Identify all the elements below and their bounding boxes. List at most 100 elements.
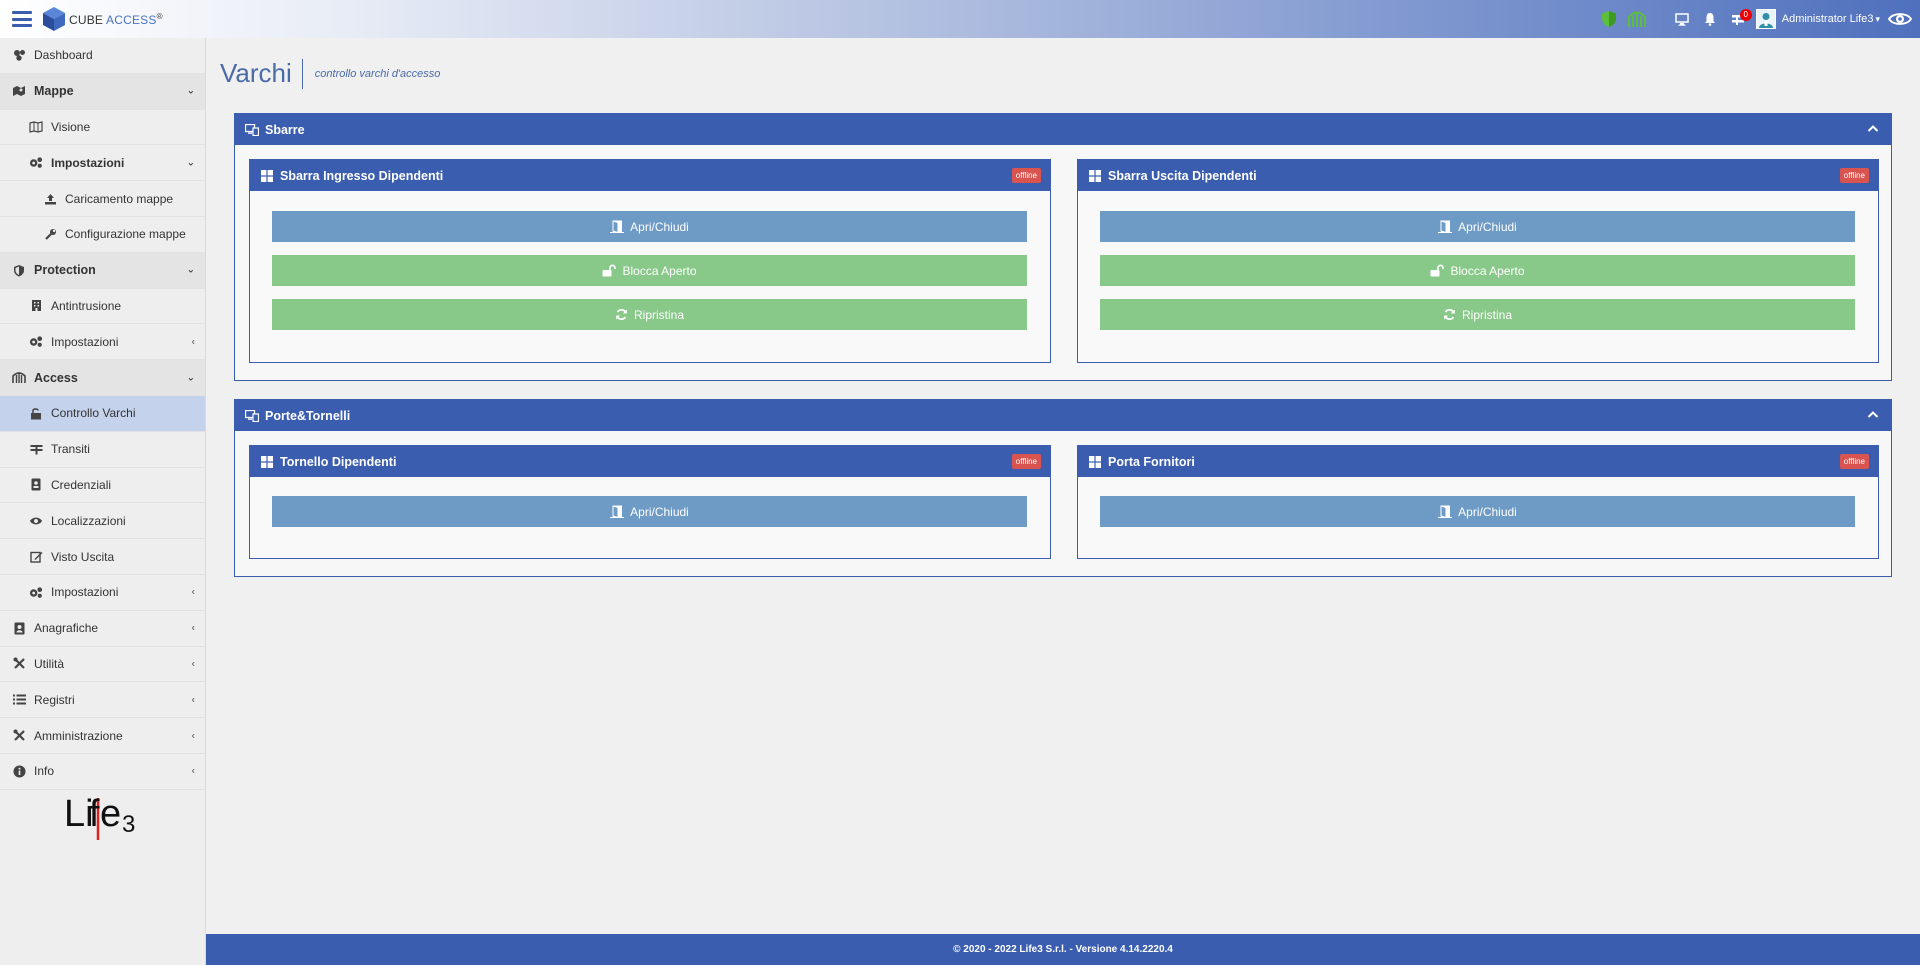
sidebar-item-label: Visione xyxy=(51,119,91,134)
sidebar-item-anagrafiche[interactable]: Anagrafiche ‹ xyxy=(0,611,205,647)
sidebar-item-utilita[interactable]: Utilità ‹ xyxy=(0,647,205,683)
address-book-icon xyxy=(12,621,26,635)
sidebar-item-configurazione-mappe[interactable]: Configurazione mappe xyxy=(0,217,205,253)
door-open-icon xyxy=(610,505,625,518)
user-name: Administrator Life3 xyxy=(1781,13,1874,25)
sidebar-item-label: Amministrazione xyxy=(34,728,123,743)
tools-icon xyxy=(12,729,26,743)
sidebar-item-label: Controllo Varchi xyxy=(51,406,136,421)
sidebar-item-controllo-varchi[interactable]: Controllo Varchi xyxy=(0,395,205,432)
svg-text:f: f xyxy=(89,793,100,835)
menu-toggle-icon[interactable] xyxy=(12,11,32,27)
sidebar: Dashboard Mappe ⌄ Visione Impostazioni ⌄… xyxy=(0,38,206,965)
button-label: Ripristina xyxy=(1461,307,1512,322)
status-badge: offline xyxy=(1011,454,1041,469)
app-logo[interactable]: CUBE ACCESS® xyxy=(42,6,163,32)
sidebar-item-mappe[interactable]: Mappe ⌄ xyxy=(0,73,205,110)
sidebar-item-visione[interactable]: Visione xyxy=(0,110,205,146)
devices-icon xyxy=(245,409,259,422)
info-icon xyxy=(12,764,26,778)
chevron-left-icon: ‹ xyxy=(191,586,195,598)
sidebar-item-visto-uscita[interactable]: Visto Uscita xyxy=(0,539,205,575)
door-open-icon xyxy=(610,220,625,233)
cogs-icon xyxy=(29,156,43,170)
chevron-down-icon: ⌄ xyxy=(186,264,195,276)
open-close-button[interactable]: Apri/Chiudi xyxy=(1100,211,1855,242)
chevron-down-icon: ⌄ xyxy=(186,372,195,384)
page-title: Varchi xyxy=(220,58,292,88)
chevron-left-icon: ‹ xyxy=(191,658,195,670)
sidebar-item-credenziali[interactable]: Credenziali xyxy=(0,468,205,504)
panel-header: Porte&Tornelli xyxy=(235,400,1891,431)
card-header: Tornello Dipendenti offline xyxy=(250,446,1050,477)
unlock-icon xyxy=(29,406,43,420)
topbar-divider xyxy=(1658,6,1660,32)
lock-open-button[interactable]: Blocca Aperto xyxy=(272,255,1027,286)
bell-icon[interactable] xyxy=(1696,0,1724,38)
dashboard-icon xyxy=(12,48,26,62)
open-close-button[interactable]: Apri/Chiudi xyxy=(1100,496,1855,527)
page-header: Varchi controllo varchi d'accesso xyxy=(220,58,440,89)
transits-notification-icon[interactable]: 0 xyxy=(1724,0,1752,38)
list-icon xyxy=(12,693,26,707)
cogs-icon xyxy=(29,335,43,349)
page-subtitle: controllo varchi d'accesso xyxy=(301,58,440,89)
sidebar-item-impostazioni-mappe[interactable]: Impostazioni ⌄ xyxy=(0,145,205,182)
chevron-down-icon: ⌄ xyxy=(186,157,195,169)
restore-button[interactable]: Ripristina xyxy=(1100,299,1855,330)
card-sbarra-ingresso: Sbarra Ingresso Dipendenti offline Apri/… xyxy=(249,159,1051,363)
footer: © 2020 - 2022 Life3 S.r.l. - Versione 4.… xyxy=(206,934,1920,965)
eye-icon[interactable] xyxy=(1880,0,1920,38)
open-close-button[interactable]: Apri/Chiudi xyxy=(272,211,1027,242)
sidebar-item-label: Info xyxy=(34,764,55,779)
sidebar-item-transiti[interactable]: Transiti xyxy=(0,432,205,468)
open-close-button[interactable]: Apri/Chiudi xyxy=(272,496,1027,527)
monitor-icon[interactable] xyxy=(1668,0,1696,38)
button-label: Apri/Chiudi xyxy=(1458,504,1517,519)
sidebar-item-localizzazioni[interactable]: Localizzazioni xyxy=(0,503,205,540)
status-badge: offline xyxy=(1839,454,1869,469)
sidebar-item-label: Impostazioni xyxy=(51,334,119,349)
svg-text:e: e xyxy=(100,793,121,835)
logo-text: CUBE ACCESS® xyxy=(69,12,163,27)
chevron-left-icon: ‹ xyxy=(191,694,195,706)
card-header: Sbarra Uscita Dipendenti offline xyxy=(1078,160,1878,191)
card-title: Porta Fornitori xyxy=(1108,454,1195,469)
status-badge: offline xyxy=(1011,168,1041,183)
sidebar-item-label: Configurazione mappe xyxy=(65,227,186,242)
user-menu[interactable]: Administrator Life3 ▾ xyxy=(1755,9,1880,29)
sidebar-item-antintrusione[interactable]: Antintrusione xyxy=(0,289,205,325)
windows-icon xyxy=(1089,169,1101,182)
sidebar-item-impostazioni-protection[interactable]: Impostazioni ‹ xyxy=(0,324,205,361)
sidebar-item-amministrazione[interactable]: Amministrazione ‹ xyxy=(0,718,205,754)
sidebar-item-access[interactable]: Access ⌄ xyxy=(0,360,205,396)
sidebar-item-label: Impostazioni xyxy=(51,155,125,170)
avatar xyxy=(1755,9,1776,29)
logo-primary: CUBE xyxy=(69,12,104,27)
gate-status-icon[interactable] xyxy=(1623,0,1651,38)
restore-button[interactable]: Ripristina xyxy=(272,299,1027,330)
lock-open-button[interactable]: Blocca Aperto xyxy=(1100,255,1855,286)
card-title: Tornello Dipendenti xyxy=(280,454,397,469)
sidebar-item-label: Caricamento mappe xyxy=(65,191,174,206)
panel-porte-tornelli: Porte&Tornelli Tornello Dipendenti offli… xyxy=(234,399,1892,577)
shield-status-icon[interactable] xyxy=(1595,0,1623,38)
refresh-icon xyxy=(1443,308,1456,321)
unlock-icon xyxy=(602,264,617,277)
chevron-up-icon[interactable] xyxy=(1867,122,1879,136)
sidebar-item-label: Localizzazioni xyxy=(51,513,126,528)
cogs-icon xyxy=(29,585,43,599)
sidebar-item-caricamento-mappe[interactable]: Caricamento mappe xyxy=(0,181,205,217)
sidebar-item-dashboard[interactable]: Dashboard xyxy=(0,38,205,74)
sidebar-item-label: Visto Uscita xyxy=(51,549,115,564)
button-label: Blocca Aperto xyxy=(1450,263,1525,278)
chevron-up-icon[interactable] xyxy=(1867,408,1879,422)
sidebar-item-info[interactable]: Info ‹ xyxy=(0,754,205,790)
sidebar-item-registri[interactable]: Registri ‹ xyxy=(0,682,205,719)
windows-icon xyxy=(1089,455,1101,468)
sidebar-item-impostazioni-access[interactable]: Impostazioni ‹ xyxy=(0,575,205,611)
chevron-down-icon: ⌄ xyxy=(186,85,195,97)
sidebar-item-protection[interactable]: Protection ⌄ xyxy=(0,252,205,289)
button-label: Apri/Chiudi xyxy=(630,219,689,234)
sidebar-item-label: Transiti xyxy=(51,442,90,457)
